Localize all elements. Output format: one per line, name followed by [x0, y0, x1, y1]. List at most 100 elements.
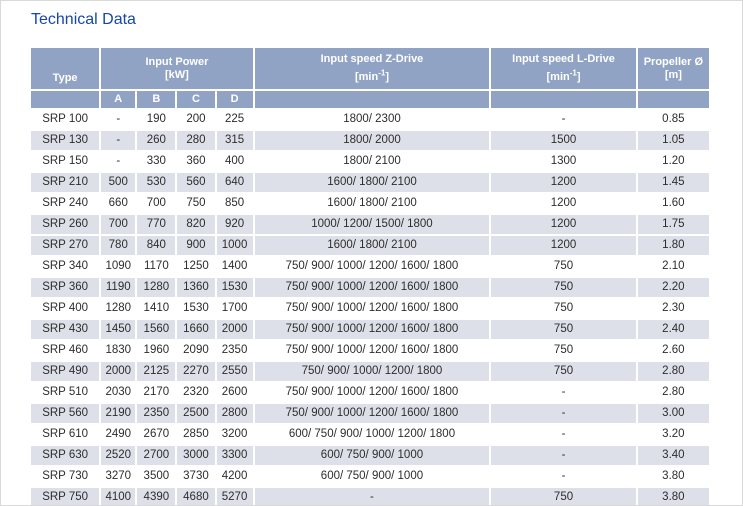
- table-row: SRP 270 780 840 900 1000 1600/ 1800/ 210…: [31, 236, 709, 255]
- cell-speed-l-drive: -: [491, 110, 635, 129]
- cell-power-d: 4200: [217, 467, 253, 486]
- cell-type: SRP 260: [31, 215, 99, 234]
- cell-propeller-diameter: 2.80: [638, 362, 709, 381]
- cell-power-b: 1560: [137, 320, 175, 339]
- cell-propeller-diameter: 3.40: [638, 446, 709, 465]
- table-row: SRP 360 1190 1280 1360 1530 750/ 900/ 10…: [31, 278, 709, 297]
- cell-type: SRP 150: [31, 152, 99, 171]
- cell-power-d: 315: [217, 131, 253, 150]
- cell-power-c: 2090: [177, 341, 214, 360]
- cell-speed-l-drive: -: [491, 425, 635, 444]
- table-row: SRP 400 1280 1410 1530 1700 750/ 900/ 10…: [31, 299, 709, 318]
- cell-type: SRP 100: [31, 110, 99, 129]
- cell-propeller-diameter: 1.60: [638, 194, 709, 213]
- technical-data-table: Type Input Power [kW] Input speed Z-Driv…: [29, 46, 711, 506]
- cell-power-a: -: [101, 152, 135, 171]
- cell-type: SRP 630: [31, 446, 99, 465]
- table-row: SRP 260 700 770 820 920 1000/ 1200/ 1500…: [31, 215, 709, 234]
- cell-speed-z-drive: 750/ 900/ 1000/ 1200/ 1600/ 1800: [255, 383, 490, 402]
- cell-propeller-diameter: 1.20: [638, 152, 709, 171]
- cell-type: SRP 400: [31, 299, 99, 318]
- table-row: SRP 490 2000 2125 2270 2550 750/ 900/ 10…: [31, 362, 709, 381]
- cell-speed-z-drive: 750/ 900/ 1000/ 1200/ 1600/ 1800: [255, 320, 490, 339]
- cell-power-b: 2670: [137, 425, 175, 444]
- header-type: Type: [31, 48, 99, 89]
- cell-power-a: 1280: [101, 299, 135, 318]
- cell-power-c: 280: [177, 131, 214, 150]
- cell-propeller-diameter: 2.40: [638, 320, 709, 339]
- cell-propeller-diameter: 1.75: [638, 215, 709, 234]
- cell-power-a: 500: [101, 173, 135, 192]
- cell-power-b: 190: [137, 110, 175, 129]
- cell-power-a: 1190: [101, 278, 135, 297]
- cell-power-a: 4100: [101, 488, 135, 506]
- cell-propeller-diameter: 3.80: [638, 467, 709, 486]
- header-input-power-label: Input Power: [145, 56, 208, 68]
- cell-propeller-diameter: 3.00: [638, 404, 709, 423]
- cell-propeller-diameter: 1.05: [638, 131, 709, 150]
- cell-type: SRP 210: [31, 173, 99, 192]
- cell-power-c: 1360: [177, 278, 214, 297]
- page-title: Technical Data: [31, 11, 136, 29]
- table-row: SRP 510 2030 2170 2320 2600 750/ 900/ 10…: [31, 383, 709, 402]
- cell-type: SRP 430: [31, 320, 99, 339]
- cell-power-b: 840: [137, 236, 175, 255]
- cell-propeller-diameter: 1.80: [638, 236, 709, 255]
- cell-power-d: 3200: [217, 425, 253, 444]
- cell-power-c: 1250: [177, 257, 214, 276]
- cell-power-c: 820: [177, 215, 214, 234]
- header-input-power: Input Power [kW]: [101, 48, 252, 89]
- table-row: SRP 100 - 190 200 225 1800/ 2300 - 0.85: [31, 110, 709, 129]
- cell-type: SRP 240: [31, 194, 99, 213]
- cell-speed-z-drive: 750/ 900/ 1000/ 1200/ 1600/ 1800: [255, 341, 490, 360]
- cell-speed-z-drive: 600/ 750/ 900/ 1000/ 1200/ 1800: [255, 425, 490, 444]
- cell-speed-l-drive: 1200: [491, 194, 635, 213]
- cell-propeller-diameter: 2.60: [638, 341, 709, 360]
- cell-speed-z-drive: 1800/ 2000: [255, 131, 490, 150]
- header-l-drive: Input speed L-Drive [min-1]: [491, 48, 635, 89]
- cell-speed-l-drive: 750: [491, 299, 635, 318]
- table-row: SRP 560 2190 2350 2500 2800 750/ 900/ 10…: [31, 404, 709, 423]
- cell-power-d: 2600: [217, 383, 253, 402]
- cell-speed-z-drive: 1000/ 1200/ 1500/ 1800: [255, 215, 490, 234]
- cell-type: SRP 490: [31, 362, 99, 381]
- cell-speed-z-drive: 1600/ 1800/ 2100: [255, 236, 490, 255]
- cell-power-b: 530: [137, 173, 175, 192]
- cell-speed-z-drive: 750/ 900/ 1000/ 1200/ 1600/ 1800: [255, 404, 490, 423]
- header-sub-a: A: [101, 91, 135, 108]
- table-row: SRP 240 660 700 750 850 1600/ 1800/ 2100…: [31, 194, 709, 213]
- cell-power-b: 3500: [137, 467, 175, 486]
- cell-speed-z-drive: 1800/ 2100: [255, 152, 490, 171]
- header-sub-d: D: [217, 91, 253, 108]
- header-sub-empty-zdrive: [255, 91, 490, 108]
- cell-speed-l-drive: 750: [491, 488, 635, 506]
- table-row: SRP 340 1090 1170 1250 1400 750/ 900/ 10…: [31, 257, 709, 276]
- cell-power-a: 1450: [101, 320, 135, 339]
- header-l-drive-unit: [min-1]: [547, 71, 581, 83]
- cell-power-a: 2490: [101, 425, 135, 444]
- cell-power-a: 3270: [101, 467, 135, 486]
- cell-speed-l-drive: 750: [491, 362, 635, 381]
- cell-type: SRP 560: [31, 404, 99, 423]
- cell-power-d: 640: [217, 173, 253, 192]
- cell-type: SRP 340: [31, 257, 99, 276]
- cell-power-c: 900: [177, 236, 214, 255]
- header-sub-c: C: [177, 91, 214, 108]
- table-row: SRP 130 - 260 280 315 1800/ 2000 1500 1.…: [31, 131, 709, 150]
- cell-power-d: 2350: [217, 341, 253, 360]
- cell-speed-l-drive: -: [491, 467, 635, 486]
- table-row: SRP 150 - 330 360 400 1800/ 2100 1300 1.…: [31, 152, 709, 171]
- cell-speed-l-drive: -: [491, 383, 635, 402]
- cell-propeller-diameter: 3.80: [638, 488, 709, 506]
- cell-speed-l-drive: 1200: [491, 215, 635, 234]
- cell-speed-z-drive: 600/ 750/ 900/ 1000: [255, 446, 490, 465]
- cell-type: SRP 730: [31, 467, 99, 486]
- cell-power-b: 1960: [137, 341, 175, 360]
- cell-propeller-diameter: 2.20: [638, 278, 709, 297]
- cell-power-a: -: [101, 131, 135, 150]
- cell-power-d: 920: [217, 215, 253, 234]
- cell-speed-l-drive: 750: [491, 320, 635, 339]
- cell-power-a: 1090: [101, 257, 135, 276]
- header-z-drive-unit: [min-1]: [355, 71, 389, 83]
- cell-power-a: 2030: [101, 383, 135, 402]
